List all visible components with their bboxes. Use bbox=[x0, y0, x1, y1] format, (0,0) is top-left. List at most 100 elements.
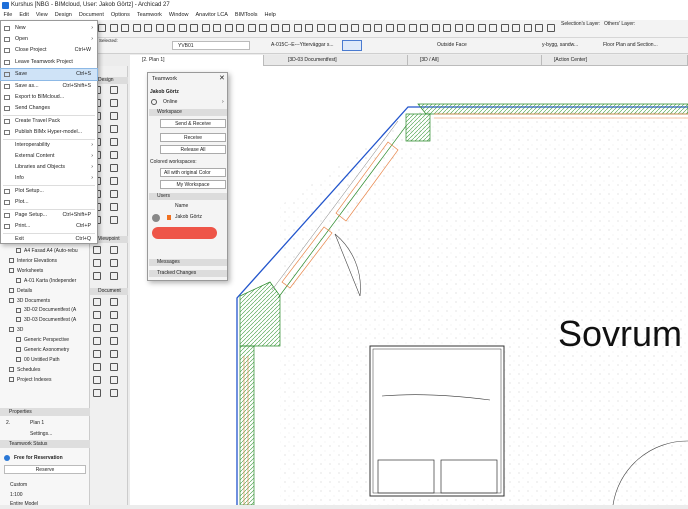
file-menu-item-new[interactable]: New › bbox=[1, 23, 97, 34]
toolbar-tool-icon[interactable] bbox=[535, 24, 543, 32]
toolbar-tool-icon[interactable] bbox=[213, 24, 221, 32]
toolbar-tool-icon[interactable] bbox=[282, 24, 290, 32]
tab-3d-03-documentfest[interactable]: [3D-03 Documentfest] bbox=[276, 55, 408, 66]
toolbox-tool-icon[interactable] bbox=[93, 376, 101, 384]
toolbar-tool-icon[interactable] bbox=[489, 24, 497, 32]
menu-bimtools[interactable]: BIMTools bbox=[231, 11, 261, 20]
toolbox-tool-icon[interactable] bbox=[110, 216, 118, 224]
toolbox-tool-icon[interactable] bbox=[110, 99, 118, 107]
toolbox-tool-icon[interactable] bbox=[110, 177, 118, 185]
tab-action-center[interactable]: [Action Center] bbox=[542, 55, 688, 66]
menu-file[interactable]: File bbox=[0, 11, 16, 20]
toolbox-tool-icon[interactable] bbox=[110, 246, 118, 254]
send-receive-button[interactable]: Send & Receive bbox=[160, 119, 226, 128]
file-menu-item-send-changes[interactable]: Send Changes bbox=[1, 103, 97, 114]
toolbar-tool-icon[interactable] bbox=[420, 24, 428, 32]
toolbar-tool-icon[interactable] bbox=[167, 24, 175, 32]
toolbar-tool-icon[interactable] bbox=[190, 24, 198, 32]
toolbox-tool-icon[interactable] bbox=[110, 389, 118, 397]
toolbar-tool-icon[interactable] bbox=[385, 24, 394, 32]
toolbar-tool-icon[interactable] bbox=[500, 24, 509, 32]
toolbox-tool-icon[interactable] bbox=[110, 151, 118, 159]
user-row[interactable]: Jakob Görtz bbox=[150, 212, 224, 223]
toolbar-tool-icon[interactable] bbox=[512, 24, 520, 32]
menu-edit[interactable]: Edit bbox=[16, 11, 32, 20]
menu-options[interactable]: Options bbox=[107, 11, 133, 20]
toolbar-tool-icon[interactable] bbox=[351, 24, 359, 32]
settings-button[interactable]: Settings... bbox=[30, 429, 58, 439]
users-section[interactable]: Users bbox=[149, 193, 227, 200]
toolbar-tool-icon[interactable] bbox=[201, 24, 210, 32]
menu-teamwork[interactable]: Teamwork bbox=[133, 11, 165, 20]
menu-window[interactable]: Window bbox=[165, 11, 192, 20]
toolbox-tool-icon[interactable] bbox=[93, 337, 101, 345]
toolbar-tool-icon[interactable] bbox=[305, 24, 313, 32]
menu-anavitor-lca[interactable]: Anavitor LCA bbox=[192, 11, 231, 20]
messages-section[interactable]: Messages bbox=[149, 259, 227, 266]
toolbar-tool-icon[interactable] bbox=[247, 24, 256, 32]
navigator-item[interactable]: Schedules bbox=[0, 365, 90, 375]
navigator-item[interactable]: 3D-02 Documentfest (A bbox=[0, 305, 90, 315]
toolbox-tool-icon[interactable] bbox=[93, 324, 101, 332]
toolbox-tool-icon[interactable] bbox=[93, 363, 101, 371]
file-menu-item-print[interactable]: Print... Ctrl+P bbox=[1, 221, 97, 232]
navigator-item[interactable]: Project Indexes bbox=[0, 375, 90, 385]
navigator-item[interactable]: 3D bbox=[0, 325, 90, 335]
model-view-combo[interactable]: Floor Plan and Section... bbox=[593, 41, 671, 50]
release-all-button[interactable]: Release All bbox=[160, 145, 226, 154]
file-menu-item-open[interactable]: Open › bbox=[1, 34, 97, 45]
properties-header[interactable]: Properties bbox=[0, 408, 90, 416]
toolbar-tool-icon[interactable] bbox=[270, 24, 279, 32]
receive-button[interactable]: Receive bbox=[160, 133, 226, 142]
navigator-item[interactable]: A4 Fasad A4 (Auto-rebu bbox=[0, 246, 90, 256]
toolbar-tool-icon[interactable] bbox=[443, 24, 451, 32]
reserve-button[interactable]: Reserve bbox=[4, 465, 86, 474]
toolbox-tool-icon[interactable] bbox=[93, 350, 101, 358]
toolbox-tool-icon[interactable] bbox=[110, 298, 118, 306]
toolbox-tool-icon[interactable] bbox=[110, 164, 118, 172]
toolbar-tool-icon[interactable] bbox=[454, 24, 463, 32]
toolbar-tool-icon[interactable] bbox=[155, 24, 164, 32]
toolbar-tool-icon[interactable] bbox=[477, 24, 486, 32]
surface-combo[interactable]: Outside Face bbox=[427, 41, 483, 50]
toolbox-tool-icon[interactable] bbox=[110, 86, 118, 94]
navigator-item[interactable]: Details bbox=[0, 286, 90, 296]
file-menu-item-plot[interactable]: Plot... bbox=[1, 197, 97, 208]
toolbox-tool-icon[interactable] bbox=[93, 389, 101, 397]
toolbar-tool-icon[interactable] bbox=[259, 24, 267, 32]
toolbox-tool-icon[interactable] bbox=[110, 363, 118, 371]
toolbox-tool-icon[interactable] bbox=[110, 324, 118, 332]
toolbar-tool-icon[interactable] bbox=[362, 24, 371, 32]
file-menu-item-create-travel-pack[interactable]: Create Travel Pack bbox=[1, 116, 97, 127]
my-workspace-button[interactable]: My Workspace bbox=[160, 180, 226, 189]
toolbar-tool-icon[interactable] bbox=[339, 24, 348, 32]
color-option-select[interactable]: All with original Color bbox=[160, 168, 226, 177]
online-status[interactable]: Online › bbox=[150, 98, 227, 107]
toolbar-tool-icon[interactable] bbox=[224, 24, 233, 32]
file-menu-item-external-content[interactable]: External Content › bbox=[1, 151, 97, 162]
navigator-item[interactable]: Worksheets bbox=[0, 266, 90, 276]
fill-combo[interactable]: y-bygg, sandw... bbox=[536, 41, 586, 50]
workspace-section[interactable]: Workspace bbox=[149, 109, 227, 116]
navigator-item[interactable]: Generic Perspective bbox=[0, 335, 90, 345]
menu-view[interactable]: View bbox=[32, 11, 51, 20]
menu-design[interactable]: Design bbox=[51, 11, 75, 20]
toolbar-tool-icon[interactable] bbox=[397, 24, 405, 32]
file-menu-item-info[interactable]: Info › bbox=[1, 173, 97, 184]
toolbox-tool-icon[interactable] bbox=[110, 350, 118, 358]
toolbar-tool-icon[interactable] bbox=[178, 24, 187, 32]
toolbar-tool-icon[interactable] bbox=[109, 24, 118, 32]
navigator-item[interactable]: 3D-03 Documentfest (A bbox=[0, 315, 90, 325]
close-icon[interactable]: ✕ bbox=[219, 74, 225, 82]
model-combo[interactable]: Entire Model bbox=[0, 499, 90, 509]
menu-help[interactable]: Help bbox=[261, 11, 279, 20]
toolbar-tool-icon[interactable] bbox=[132, 24, 141, 32]
toolbox-tool-icon[interactable] bbox=[110, 376, 118, 384]
toolbar-tool-icon[interactable] bbox=[466, 24, 474, 32]
toolbar-tool-icon[interactable] bbox=[328, 24, 336, 32]
toolbox-tool-icon[interactable] bbox=[110, 337, 118, 345]
tracked-changes-section[interactable]: Tracked Changes bbox=[149, 270, 227, 277]
navigator-item[interactable]: A-01 Karta (Independer bbox=[0, 276, 90, 286]
toolbar-tool-icon[interactable] bbox=[431, 24, 440, 32]
toolbox-tool-icon[interactable] bbox=[110, 272, 118, 280]
